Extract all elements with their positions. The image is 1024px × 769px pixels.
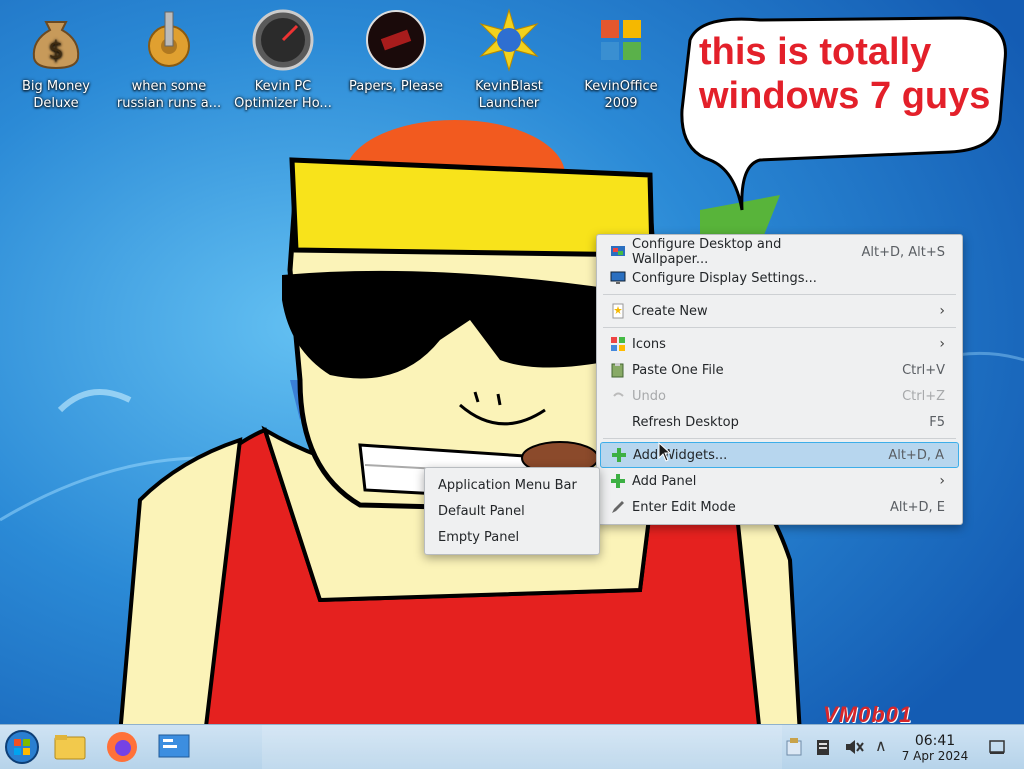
icons-icon xyxy=(611,337,625,351)
plus-icon xyxy=(612,448,626,462)
desktop-icon-russian-runs[interactable]: when some russian runs a... xyxy=(114,8,224,112)
menu-add-panel[interactable]: Add Panel › xyxy=(600,468,959,494)
refresh-icon xyxy=(610,414,626,430)
desktop-icon-big-money-deluxe[interactable]: $ Big Money Deluxe xyxy=(1,8,111,112)
desktop-icon-kevin-pc-optimizer[interactable]: Kevin PC Optimizer Ho... xyxy=(228,8,338,112)
new-document-icon xyxy=(612,303,624,319)
menu-refresh-desktop[interactable]: Refresh Desktop F5 xyxy=(600,409,959,435)
chevron-up-icon[interactable]: ∧ xyxy=(875,736,887,755)
paste-icon xyxy=(611,363,624,378)
desktop-config-icon xyxy=(611,246,625,256)
mouse-cursor-icon xyxy=(658,442,672,462)
menu-paste-one-file[interactable]: Paste One File Ctrl+V xyxy=(600,357,959,383)
menu-undo[interactable]: Undo Ctrl+Z xyxy=(600,383,959,409)
undo-icon xyxy=(613,392,624,397)
add-panel-submenu: Application Menu Bar Default Panel Empty… xyxy=(424,467,600,555)
chevron-right-icon: › xyxy=(939,336,945,352)
vm-tools-tray-icon[interactable] xyxy=(785,737,803,757)
menu-enter-edit-mode[interactable]: Enter Edit Mode Alt+D, E xyxy=(600,494,959,520)
menu-separator xyxy=(603,438,956,439)
windows-orb-icon[interactable] xyxy=(4,729,40,765)
menu-configure-desktop[interactable]: Configure Desktop and Wallpaper... Alt+D… xyxy=(600,237,959,267)
desktop-context-menu: Configure Desktop and Wallpaper... Alt+D… xyxy=(596,234,963,525)
chevron-right-icon: › xyxy=(939,473,945,489)
menu-icons[interactable]: Icons › xyxy=(600,331,959,357)
taskbar: ∧ 06:41 7 Apr 2024 xyxy=(0,724,1024,769)
gear-icon xyxy=(148,11,190,67)
show-desktop-icon[interactable] xyxy=(988,738,1006,756)
plus-icon xyxy=(611,474,625,488)
money-bag-icon: $ xyxy=(32,21,80,70)
display-icon xyxy=(610,271,626,284)
speech-bubble-text: this is totally windows 7 guys xyxy=(699,31,991,117)
file-manager-icon[interactable] xyxy=(52,729,88,765)
firefox-icon[interactable] xyxy=(104,729,140,765)
clipboard-icon[interactable] xyxy=(815,737,831,757)
control-panel-icon[interactable] xyxy=(156,729,192,765)
volume-muted-icon[interactable] xyxy=(844,738,864,756)
system-clock[interactable]: 06:41 7 Apr 2024 xyxy=(897,733,973,763)
submenu-default-panel[interactable]: Default Panel xyxy=(428,498,596,524)
office-icon xyxy=(601,20,641,60)
chevron-right-icon: › xyxy=(939,303,945,319)
desktop-icon-papers-please[interactable]: Papers, Please xyxy=(341,8,451,95)
submenu-application-menu-bar[interactable]: Application Menu Bar xyxy=(428,472,596,498)
papers-please-icon xyxy=(366,10,426,70)
task-manager-area[interactable] xyxy=(262,725,782,769)
menu-configure-display[interactable]: Configure Display Settings... xyxy=(600,265,959,291)
menu-separator xyxy=(603,327,956,328)
menu-add-widgets[interactable]: Add Widgets... Alt+D, A xyxy=(600,442,959,468)
desktop-icon-kevinblast-launcher[interactable]: KevinBlast Launcher xyxy=(454,8,564,112)
starburst-icon xyxy=(479,8,539,72)
gauge-icon xyxy=(252,9,314,71)
desktop-icon-kevinoffice-2009[interactable]: KevinOffice 2009 xyxy=(566,8,676,112)
edit-icon xyxy=(612,501,624,513)
submenu-empty-panel[interactable]: Empty Panel xyxy=(428,524,596,550)
menu-separator xyxy=(603,294,956,295)
svg-text:$: $ xyxy=(48,36,63,64)
menu-create-new[interactable]: Create New › xyxy=(600,298,959,324)
